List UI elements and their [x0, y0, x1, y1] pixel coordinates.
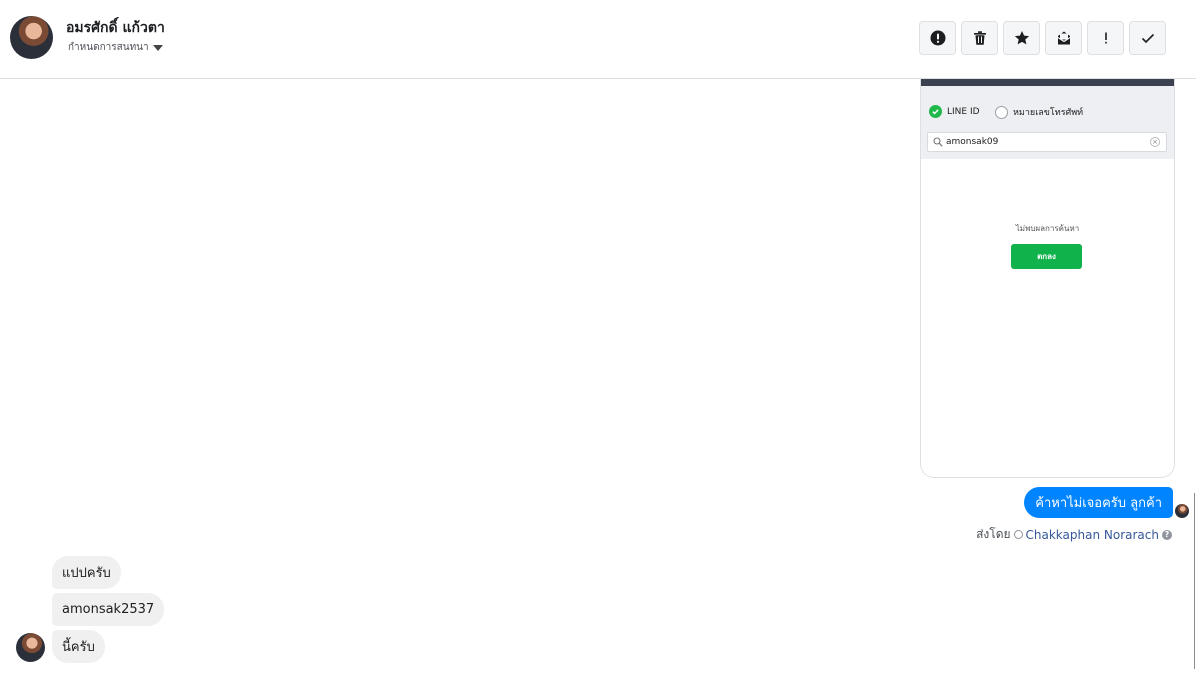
- action-toolbar: [919, 21, 1166, 55]
- contact-name[interactable]: อมรศักดิ์ แก้วตา: [66, 17, 165, 39]
- attachment-search-panel: LINE ID หมายเลขโทรศัพท์ amonsak09 ×: [921, 86, 1174, 159]
- star-icon: [1014, 31, 1029, 45]
- exclamation-icon: [1104, 32, 1107, 44]
- contact-avatar[interactable]: [10, 16, 53, 59]
- sent-by-prefix: ส่งโดย: [976, 527, 1011, 541]
- trash-icon: [973, 31, 986, 45]
- mark-unread-button[interactable]: [1045, 21, 1082, 55]
- scrollbar[interactable]: [1194, 493, 1195, 669]
- mark-important-button[interactable]: [1087, 21, 1124, 55]
- incoming-message-bubble[interactable]: แปปครับ: [52, 556, 121, 589]
- conversation-label-text: กำหนดการสนทนา: [68, 42, 149, 53]
- report-spam-button[interactable]: [919, 21, 956, 55]
- radio-empty-icon: [995, 105, 1008, 119]
- delete-button[interactable]: [961, 21, 998, 55]
- outgoing-message-bubble[interactable]: ค้าหาไม่เจอครับ ลูกค้า: [1024, 487, 1173, 518]
- help-icon[interactable]: ?: [1162, 529, 1172, 540]
- option-line-id-label: LINE ID: [947, 106, 980, 117]
- attachment-search-box: amonsak09 ×: [927, 132, 1167, 152]
- no-result-text: ไม่พบผลการค้นหา: [1015, 224, 1080, 233]
- attachment-top-bar: [921, 79, 1174, 86]
- incoming-message-bubble[interactable]: amonsak2537: [52, 593, 165, 626]
- star-button[interactable]: [1003, 21, 1040, 55]
- seen-avatar: [1175, 504, 1189, 518]
- option-line-id: LINE ID: [929, 105, 980, 118]
- mark-done-button[interactable]: [1129, 21, 1166, 55]
- caret-down-icon: [152, 44, 163, 51]
- option-phone: หมายเลขโทรศัพท์: [995, 105, 1083, 119]
- envelope-icon: [1057, 31, 1070, 45]
- conversation-header: อมรศักดิ์ แก้วตา กำหนดการสนทนา: [0, 0, 1196, 79]
- clear-icon: ×: [1150, 137, 1160, 147]
- option-phone-label: หมายเลขโทรศัพท์: [1013, 108, 1084, 118]
- contact-avatar-small[interactable]: [16, 633, 45, 662]
- image-attachment[interactable]: LINE ID หมายเลขโทรศัพท์ amonsak09 × ไม่พ…: [920, 79, 1175, 478]
- attachment-ok-button: ตกลง: [1011, 244, 1082, 269]
- check-circle-icon: [929, 105, 942, 118]
- verified-check-icon: [1013, 530, 1023, 539]
- attachment-search-value: amonsak09: [946, 137, 999, 147]
- alert-circle-icon: [930, 30, 945, 46]
- incoming-message-bubble[interactable]: นี้ครับ: [52, 630, 105, 663]
- agent-name-link[interactable]: Chakkaphan Norarach: [1026, 528, 1159, 542]
- conversation-label-dropdown[interactable]: กำหนดการสนทนา: [68, 40, 163, 55]
- checkmark-icon: [1141, 33, 1154, 44]
- sent-by-line: ส่งโดย Chakkaphan Norarach ?: [976, 525, 1172, 544]
- search-icon: [933, 137, 943, 147]
